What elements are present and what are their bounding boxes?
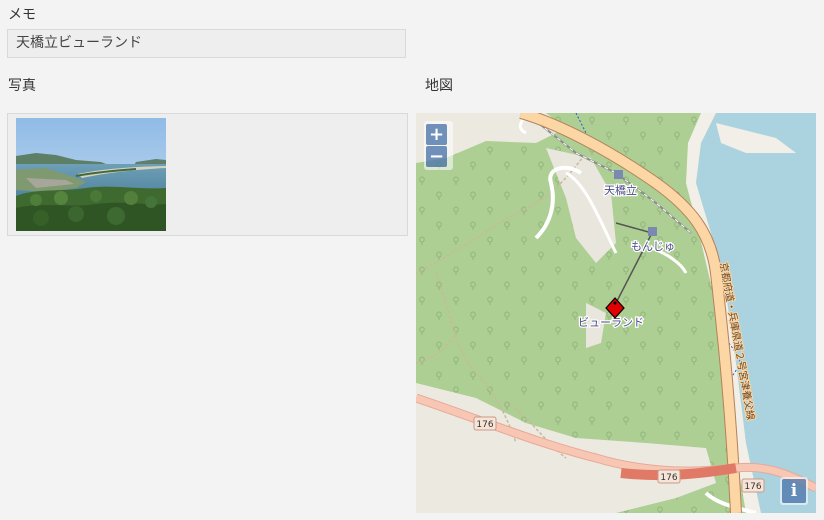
map-label: 地図 (425, 78, 453, 94)
info-button[interactable]: i (782, 479, 806, 503)
attribution-control: i (780, 477, 808, 505)
landscape-photo (16, 118, 166, 231)
marker-label: ビューランド (578, 316, 644, 329)
photo-container (7, 113, 408, 236)
zoom-in-button[interactable]: + (426, 124, 447, 145)
svg-text:176: 176 (744, 482, 761, 492)
map-place-label: もんじゅ (631, 240, 675, 253)
zoom-control: + − (424, 121, 453, 170)
route-shield: 176 (473, 416, 497, 431)
photo-thumbnail[interactable] (16, 118, 166, 231)
memo-label: メモ (8, 7, 36, 23)
route-shield: 176 (657, 469, 681, 484)
svg-text:176: 176 (476, 420, 493, 430)
memo-field: 天橋立ビューランド (7, 29, 406, 58)
map-place-label: 天橋立 (604, 183, 637, 197)
zoom-out-button[interactable]: − (426, 146, 447, 167)
photo-label: 写真 (8, 78, 36, 94)
svg-text:176: 176 (660, 473, 677, 483)
route-shield: 176 (741, 478, 765, 493)
map-view[interactable]: 天橋立 もんじゅ ビューランド 京都府道・兵庫県道２号宮津養父線 176 176… (416, 113, 816, 513)
map-canvas: 天橋立 もんじゅ ビューランド 京都府道・兵庫県道２号宮津養父線 176 176… (416, 113, 816, 513)
